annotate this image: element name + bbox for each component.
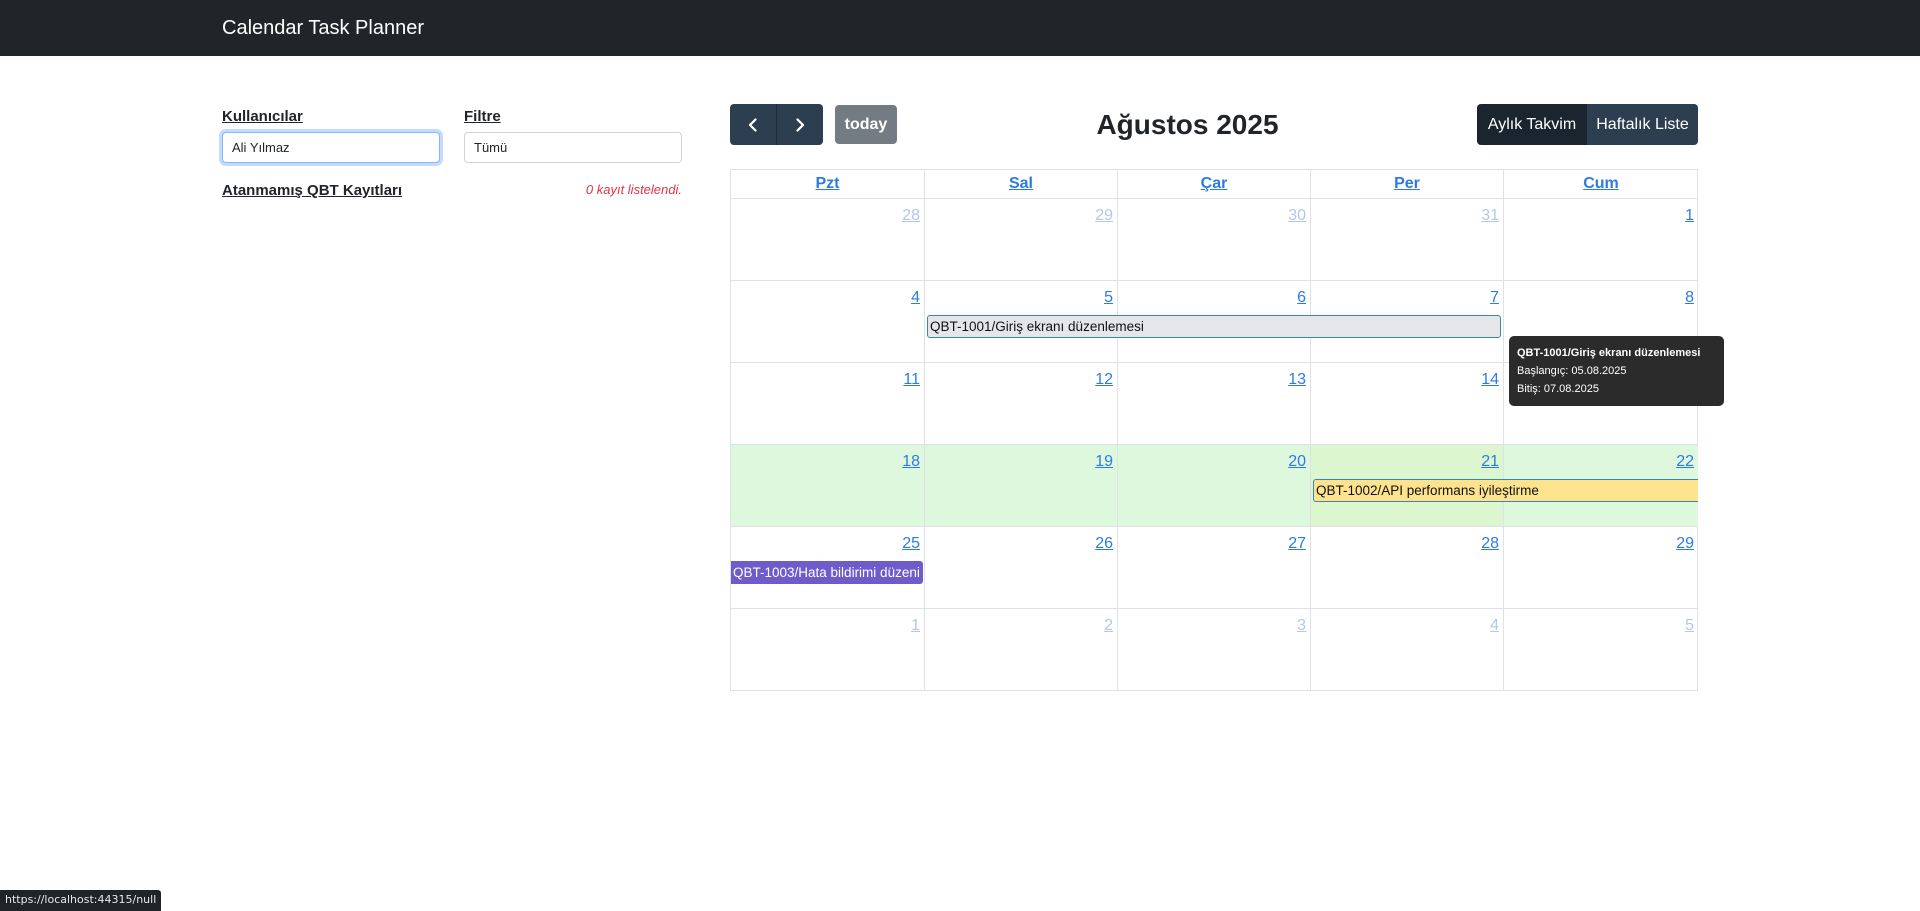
day-number[interactable]: 2	[1104, 617, 1113, 635]
top-navbar: Calendar Task Planner	[0, 0, 1920, 56]
day-cell[interactable]: 28	[731, 199, 925, 281]
weekday-header-thu[interactable]: Per	[1311, 170, 1504, 199]
day-number[interactable]: 8	[1685, 289, 1694, 307]
day-number[interactable]: 18	[902, 453, 920, 471]
day-cell[interactable]: 1	[731, 609, 925, 691]
today-button[interactable]: today	[835, 105, 897, 144]
browser-status-url: https://localhost:44315/null	[0, 890, 162, 911]
users-label: Kullanıcılar	[222, 108, 303, 125]
day-number[interactable]: 29	[1095, 207, 1113, 225]
filter-select[interactable]: Tümü	[464, 132, 682, 163]
day-number[interactable]: 29	[1676, 535, 1694, 553]
chevron-right-icon	[796, 117, 805, 132]
day-cell[interactable]: 19	[925, 445, 1118, 527]
day-number[interactable]: 26	[1095, 535, 1113, 553]
day-number[interactable]: 25	[902, 535, 920, 553]
day-number[interactable]: 11	[903, 371, 920, 389]
day-number[interactable]: 4	[1490, 617, 1499, 635]
day-number[interactable]: 7	[1490, 289, 1499, 307]
day-cell[interactable]: 12	[925, 363, 1118, 445]
weekday-header-tue[interactable]: Sal	[925, 170, 1118, 199]
day-number[interactable]: 31	[1481, 207, 1499, 225]
day-number[interactable]: 30	[1288, 207, 1306, 225]
day-number[interactable]: 20	[1288, 453, 1306, 471]
day-cell[interactable]: 30	[1118, 199, 1311, 281]
weekday-header-fri[interactable]: Cum	[1504, 170, 1698, 199]
day-number[interactable]: 12	[1095, 371, 1113, 389]
day-number[interactable]: 4	[911, 289, 920, 307]
app-brand[interactable]: Calendar Task Planner	[222, 16, 424, 40]
prev-month-button[interactable]	[730, 104, 777, 145]
day-cell[interactable]: 4	[1311, 609, 1504, 691]
day-number[interactable]: 14	[1481, 371, 1499, 389]
day-cell[interactable]: 14	[1311, 363, 1504, 445]
event-qbt-1002[interactable]: QBT-1002/API performans iyileştirme	[1313, 479, 1698, 502]
users-select[interactable]: Ali Yılmaz	[222, 132, 440, 163]
day-cell[interactable]: 13	[1118, 363, 1311, 445]
day-cell[interactable]: 4	[731, 281, 925, 363]
day-cell[interactable]: 18	[731, 445, 925, 527]
day-number[interactable]: 1	[1685, 207, 1694, 225]
day-cell[interactable]: 3	[1118, 609, 1311, 691]
calendar-nav-group	[730, 104, 823, 145]
weekly-list-button[interactable]: Haftalık Liste	[1587, 104, 1698, 145]
event-qbt-1001[interactable]: QBT-1001/Giriş ekranı düzenlemesi	[927, 315, 1501, 338]
day-cell[interactable]: 28	[1311, 527, 1504, 609]
day-cell[interactable]: 2	[925, 609, 1118, 691]
day-cell[interactable]: 5	[1504, 609, 1698, 691]
day-number[interactable]: 3	[1297, 617, 1306, 635]
filter-label: Filtre	[464, 108, 501, 125]
day-cell[interactable]: 26	[925, 527, 1118, 609]
tooltip-end-date: Bitiş: 07.08.2025	[1517, 383, 1599, 395]
weekday-header-wed[interactable]: Çar	[1118, 170, 1311, 199]
day-cell[interactable]: 20	[1118, 445, 1311, 527]
day-cell[interactable]: 11	[731, 363, 925, 445]
day-number[interactable]: 27	[1288, 535, 1306, 553]
day-number[interactable]: 19	[1095, 453, 1113, 471]
day-number[interactable]: 28	[1481, 535, 1499, 553]
day-number[interactable]: 28	[902, 207, 920, 225]
day-number[interactable]: 13	[1288, 371, 1306, 389]
weekday-header-mon[interactable]: Pzt	[731, 170, 925, 199]
day-cell[interactable]: 1	[1504, 199, 1698, 281]
day-number[interactable]: 5	[1685, 617, 1694, 635]
month-calendar: Pzt Sal Çar Per Cum 28 29 30 31 1 4 5 6 …	[730, 169, 1698, 691]
day-cell[interactable]: 31	[1311, 199, 1504, 281]
day-cell[interactable]: 29	[1504, 527, 1698, 609]
day-number[interactable]: 5	[1104, 289, 1113, 307]
event-qbt-1003[interactable]: QBT-1003/Hata bildirimi düzeni	[731, 561, 923, 584]
chevron-left-icon	[748, 117, 757, 132]
calendar-title: Ağustos 2025	[1096, 109, 1279, 140]
monthly-view-button[interactable]: Aylık Takvim	[1477, 104, 1587, 145]
day-number[interactable]: 6	[1297, 289, 1306, 307]
unassigned-records-label: Atanmamış QBT Kayıtları	[222, 182, 403, 199]
event-tooltip: QBT-1001/Giriş ekranı düzenlemesi Başlan…	[1509, 336, 1724, 406]
day-cell[interactable]: 27	[1118, 527, 1311, 609]
next-month-button[interactable]	[777, 104, 823, 145]
tooltip-title: QBT-1001/Giriş ekranı düzenlemesi	[1517, 347, 1701, 359]
record-count-text: 0 kayıt listelendi.	[585, 182, 682, 197]
day-number[interactable]: 22	[1676, 453, 1694, 471]
view-switch-group: Aylık Takvim Haftalık Liste	[1477, 104, 1698, 145]
day-number[interactable]: 21	[1481, 453, 1499, 471]
day-cell[interactable]: 29	[925, 199, 1118, 281]
day-number[interactable]: 1	[911, 617, 920, 635]
tooltip-start-date: Başlangıç: 05.08.2025	[1517, 365, 1627, 377]
